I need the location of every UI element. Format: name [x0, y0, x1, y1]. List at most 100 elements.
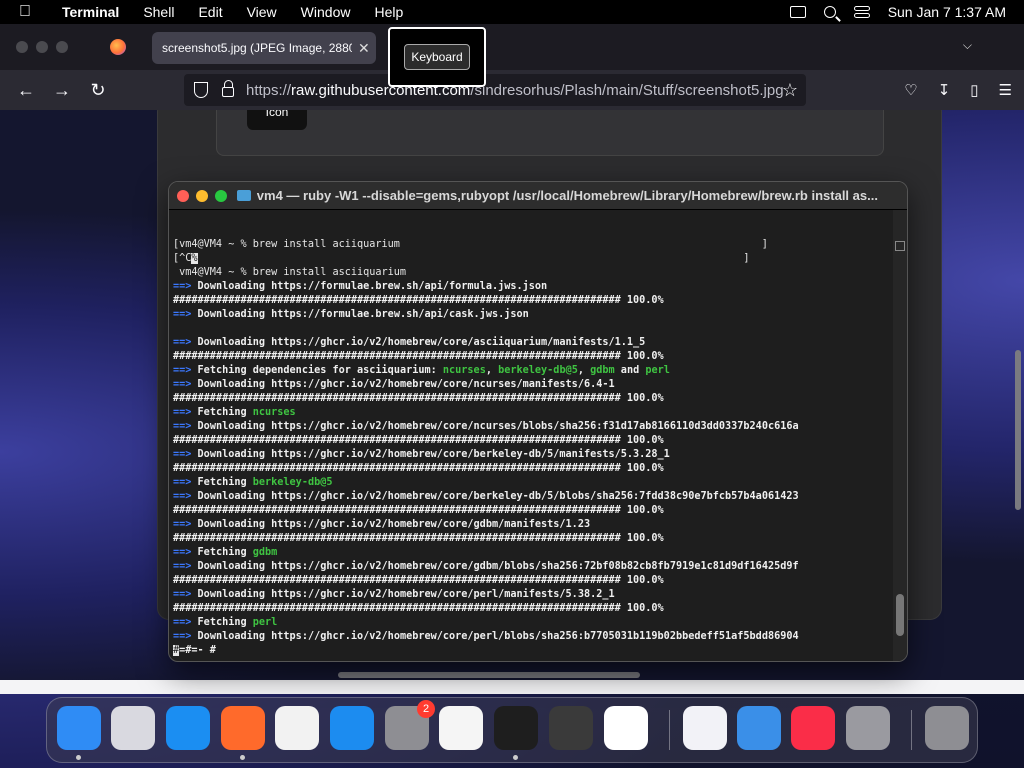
- trash-icon[interactable]: [925, 706, 969, 750]
- terminal-text: Downloading https://ghcr.io/v2/homebrew/…: [197, 421, 799, 432]
- menu-view[interactable]: View: [235, 4, 289, 20]
- launchpad-icon[interactable]: [111, 706, 155, 750]
- terminal-text: ==>: [173, 365, 198, 376]
- page-vertical-scrollbar[interactable]: [1015, 350, 1021, 510]
- terminal-text: ==>: [173, 449, 198, 460]
- screen-mirroring-icon[interactable]: [789, 6, 806, 18]
- terminal-line: ==> Downloading https://ghcr.io/v2/homeb…: [173, 490, 891, 504]
- terminal-text: berkeley-db@5: [498, 365, 578, 376]
- url-bar[interactable]: https://raw.githubusercontent.com/sindre…: [184, 74, 806, 106]
- dock: 2: [46, 697, 978, 763]
- terminal-text: [vm4@VM4 ~ % brew install aciiquarium ]: [173, 239, 768, 250]
- firefox-icon[interactable]: [221, 706, 265, 760]
- forward-icon[interactable]: →: [44, 80, 80, 101]
- pocket-icon[interactable]: ♡: [904, 81, 917, 99]
- menu-hamburger-icon[interactable]: ☰: [999, 81, 1012, 99]
- terminal-line: ########################################…: [173, 504, 891, 518]
- weather-icon[interactable]: [737, 706, 781, 750]
- terminal-window[interactable]: vm4 — ruby -W1 --disable=gems,rubyopt /u…: [168, 181, 908, 662]
- terminal-text: Downloading https://ghcr.io/v2/homebrew/…: [197, 379, 615, 390]
- tab-screenshot5[interactable]: screenshot5.jpg (JPEG Image, 2880 ✕: [152, 32, 376, 64]
- menu-help[interactable]: Help: [362, 4, 415, 20]
- minimize-window-icon[interactable]: [36, 41, 48, 53]
- terminal-line: ==> Fetching ncurses: [173, 406, 891, 420]
- terminal-text: Downloading https://ghcr.io/v2/homebrew/…: [197, 589, 615, 600]
- textedit-icon[interactable]: [439, 706, 483, 750]
- terminal-text: Fetching: [197, 547, 253, 558]
- music-icon[interactable]: [791, 706, 835, 750]
- terminal-text: ########################################…: [173, 351, 664, 362]
- terminal-scroll-button[interactable]: [895, 241, 905, 251]
- app-store-icon[interactable]: [330, 706, 374, 750]
- script-editor-icon[interactable]: [846, 706, 890, 750]
- terminal-text: perl: [645, 365, 670, 376]
- terminal-text: and: [614, 365, 646, 376]
- zoom-window-icon[interactable]: [56, 41, 68, 53]
- page-horizontal-scrollbar[interactable]: [338, 672, 640, 678]
- menu-window[interactable]: Window: [289, 4, 363, 20]
- menu-app-name[interactable]: Terminal: [50, 4, 131, 20]
- terminal-line: ==> Downloading https://ghcr.io/v2/homeb…: [173, 588, 891, 602]
- notification-badge: 2: [417, 700, 435, 718]
- firefox-view-icon[interactable]: [110, 39, 126, 55]
- chrome-icon[interactable]: [275, 706, 319, 750]
- terminal-line: [^C% ]: [173, 252, 891, 266]
- lock-icon[interactable]: [222, 80, 234, 97]
- terminal-text: Downloading https://ghcr.io/v2/homebrew/…: [197, 337, 646, 348]
- extensions-icon[interactable]: ▯: [970, 81, 978, 99]
- terminal-line: ==> Downloading https://formulae.brew.sh…: [173, 308, 891, 322]
- terminal-title-bar[interactable]: vm4 — ruby -W1 --disable=gems,rubyopt /u…: [169, 182, 907, 210]
- close-tab-icon[interactable]: ✕: [358, 40, 370, 57]
- keyboard-overlay: Keyboard: [388, 27, 486, 87]
- vscode-icon[interactable]: [604, 706, 648, 750]
- list-all-tabs-icon[interactable]: ⌵: [963, 38, 972, 53]
- system-settings-icon[interactable]: 2: [385, 700, 435, 750]
- terminal-line: ########################################…: [173, 602, 891, 616]
- terminal-text: Downloading https://formulae.brew.sh/api…: [197, 281, 548, 292]
- terminal-line: ==> Downloading https://ghcr.io/v2/homeb…: [173, 518, 891, 532]
- tab-title: screenshot5.jpg (JPEG Image, 2880: [162, 41, 352, 55]
- tab-strip: screenshot5.jpg (JPEG Image, 2880 ✕ ⌵: [0, 24, 1024, 70]
- terminal-line: ==> Downloading https://ghcr.io/v2/homeb…: [173, 630, 891, 644]
- terminal-line: ==> Downloading https://ghcr.io/v2/homeb…: [173, 560, 891, 574]
- terminal-close-icon[interactable]: [177, 189, 189, 202]
- terminal-icon[interactable]: [494, 706, 538, 760]
- terminal-line: ########################################…: [173, 434, 891, 448]
- downloads-icon[interactable]: ↧: [938, 81, 951, 99]
- bookmark-star-icon[interactable]: ☆: [782, 80, 798, 101]
- garageband-icon[interactable]: [549, 706, 593, 750]
- terminal-minimize-icon[interactable]: [196, 189, 208, 202]
- terminal-line: ==> Fetching dependencies for asciiquari…: [173, 364, 891, 378]
- finder-icon[interactable]: [57, 706, 101, 760]
- terminal-text: ]: [197, 253, 750, 264]
- terminal-line: #=#=- #: [173, 644, 891, 658]
- reload-icon[interactable]: ↻: [80, 80, 116, 101]
- url-text: https://raw.githubusercontent.com/sindre…: [246, 81, 784, 99]
- terminal-scroll-thumb[interactable]: [896, 594, 904, 636]
- terminal-text: ==>: [173, 407, 198, 418]
- terminal-zoom-icon[interactable]: [215, 189, 227, 202]
- terminal-text: ==>: [173, 491, 198, 502]
- terminal-text: Downloading https://ghcr.io/v2/homebrew/…: [197, 631, 799, 642]
- close-window-icon[interactable]: [16, 41, 28, 53]
- visual-studio-icon[interactable]: [683, 706, 727, 750]
- control-center-icon[interactable]: [853, 6, 870, 18]
- tracking-protection-icon[interactable]: [194, 82, 208, 98]
- terminal-line: ==> Downloading https://ghcr.io/v2/homeb…: [173, 420, 891, 434]
- terminal-output[interactable]: [vm4@VM4 ~ % brew install aciiquarium ] […: [173, 238, 891, 658]
- terminal-line: ########################################…: [173, 350, 891, 364]
- back-icon[interactable]: ←: [8, 80, 44, 101]
- terminal-text: ==>: [173, 379, 198, 390]
- safari-icon[interactable]: [166, 706, 210, 750]
- plash-settings-card: Icon: [216, 110, 884, 156]
- spotlight-search-icon[interactable]: [823, 6, 836, 18]
- keyboard-label: Keyboard: [404, 44, 470, 70]
- menu-shell[interactable]: Shell: [131, 4, 186, 20]
- terminal-line: ==> Fetching gdbm: [173, 546, 891, 560]
- terminal-line: ==> Fetching berkeley-db@5: [173, 476, 891, 490]
- terminal-text: ########################################…: [173, 575, 664, 586]
- apple-menu-icon[interactable]: : [0, 3, 50, 21]
- menu-edit[interactable]: Edit: [186, 4, 234, 20]
- menu-clock[interactable]: Sun Jan 7 1:37 AM: [888, 4, 1006, 20]
